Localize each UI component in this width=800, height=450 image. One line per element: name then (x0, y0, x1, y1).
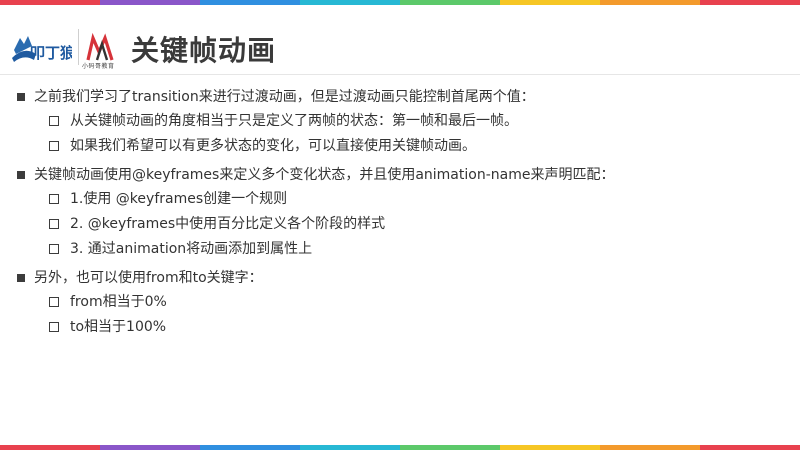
hollow-square-icon (49, 297, 59, 307)
bottom-color-stripe (0, 445, 800, 450)
hollow-square-icon (49, 244, 59, 254)
slide-content: 之前我们学习了transition来进行过渡动画，但是过渡动画只能控制首尾两个值… (0, 85, 800, 340)
section-2: 关键帧动画使用@keyframes来定义多个变化状态，并且使用animation… (0, 163, 800, 262)
bullet-level2: from相当于0% (0, 290, 800, 315)
bullet-level2: 2. @keyframes中使用百分比定义各个阶段的样式 (0, 212, 800, 237)
stripe-segment (700, 445, 800, 450)
bullet-text: 1.使用 @keyframes创建一个规则 (70, 191, 288, 207)
bullet-text: from相当于0% (70, 294, 167, 310)
bullet-level1: 关键帧动画使用@keyframes来定义多个变化状态，并且使用animation… (0, 163, 800, 187)
svg-text:叩丁狼: 叩丁狼 (30, 44, 72, 62)
hollow-square-icon (49, 322, 59, 332)
filled-square-icon (17, 93, 25, 101)
bullet-text: 如果我们希望可以有更多状态的变化，可以直接使用关键帧动画。 (70, 138, 476, 154)
bullet-level2: 从关键帧动画的角度相当于只是定义了两帧的状态：第一帧和最后一帧。 (0, 109, 800, 134)
page-title: 关键帧动画 (131, 34, 277, 67)
hollow-square-icon (49, 141, 59, 151)
filled-square-icon (17, 171, 25, 179)
bullet-text: 关键帧动画使用@keyframes来定义多个变化状态，并且使用animation… (34, 167, 615, 183)
bullet-text: to相当于100% (70, 319, 167, 335)
stripe-segment (600, 445, 700, 450)
filled-square-icon (17, 274, 25, 282)
logo-divider (78, 29, 79, 65)
stripe-segment (300, 445, 400, 450)
slide-header: 叩丁狼 小码哥教育 关键帧动画 (0, 5, 800, 75)
section-1: 之前我们学习了transition来进行过渡动画，但是过渡动画只能控制首尾两个值… (0, 85, 800, 159)
bullet-text: 另外，也可以使用from和to关键字： (34, 270, 263, 286)
section-3: 另外，也可以使用from和to关键字： from相当于0% to相当于100% (0, 266, 800, 340)
stripe-segment (400, 445, 500, 450)
stripe-segment (0, 445, 100, 450)
bullet-level2: 1.使用 @keyframes创建一个规则 (0, 187, 800, 212)
bullet-level2: to相当于100% (0, 315, 800, 340)
hollow-square-icon (49, 194, 59, 204)
bullet-level1: 另外，也可以使用from和to关键字： (0, 266, 800, 290)
bullet-text: 从关键帧动画的角度相当于只是定义了两帧的状态：第一帧和最后一帧。 (70, 113, 518, 129)
stripe-segment (200, 445, 300, 450)
bullet-text: 之前我们学习了transition来进行过渡动画，但是过渡动画只能控制首尾两个值… (34, 89, 535, 105)
hollow-square-icon (49, 219, 59, 229)
logo-caption: 小码哥教育 (82, 63, 115, 70)
bullet-level2: 如果我们希望可以有更多状态的变化，可以直接使用关键帧动画。 (0, 134, 800, 159)
bullet-text: 2. @keyframes中使用百分比定义各个阶段的样式 (70, 216, 386, 232)
bullet-level1: 之前我们学习了transition来进行过渡动画，但是过渡动画只能控制首尾两个值… (0, 85, 800, 109)
stripe-segment (500, 445, 600, 450)
bullet-level2: 3. 通过animation将动画添加到属性上 (0, 237, 800, 262)
mj-logo-icon: 叩丁狼 (12, 36, 72, 62)
stripe-segment (100, 445, 200, 450)
hollow-square-icon (49, 116, 59, 126)
bullet-text: 3. 通过animation将动画添加到属性上 (70, 241, 313, 257)
